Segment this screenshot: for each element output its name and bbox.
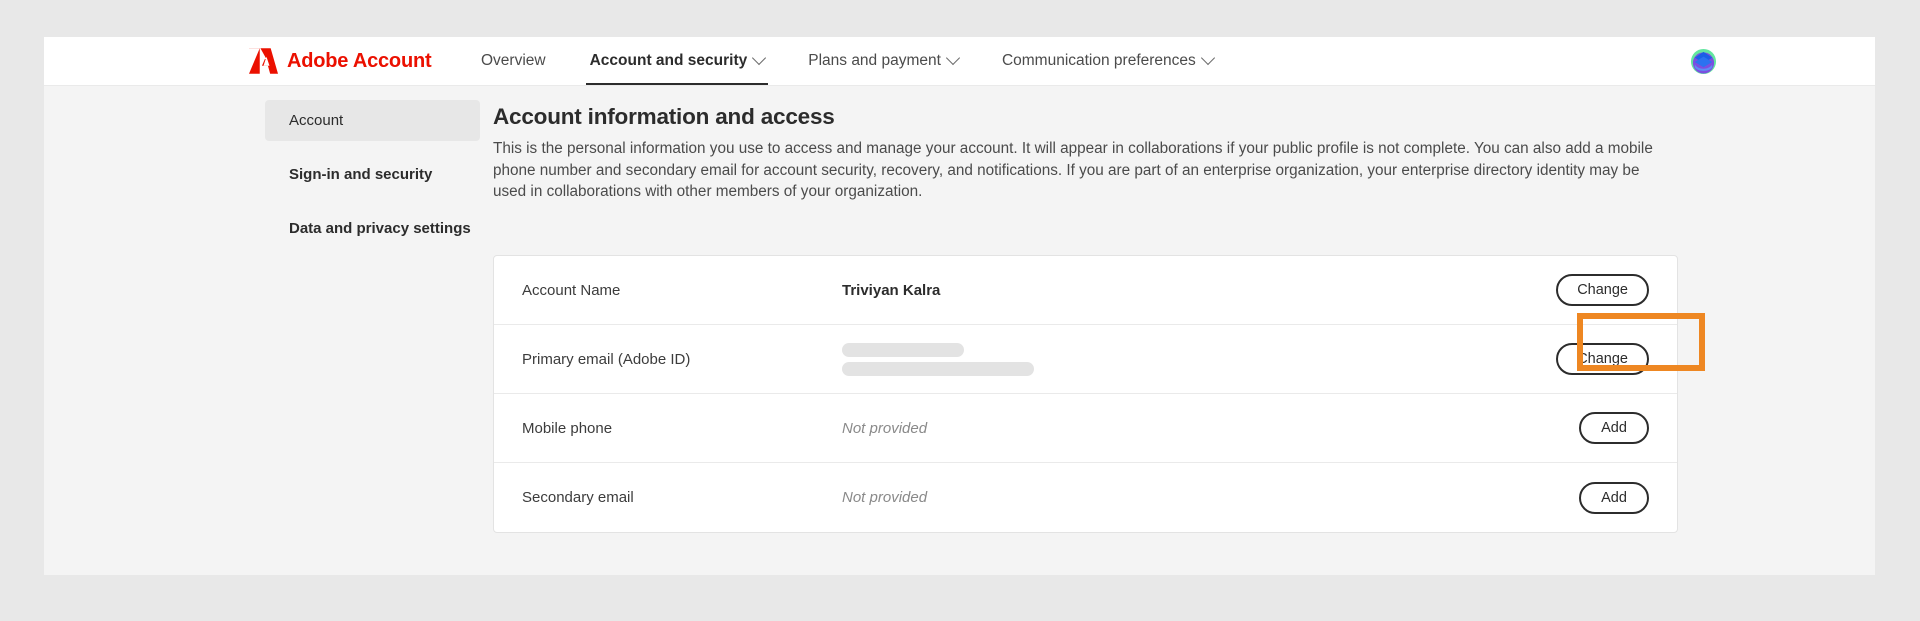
nav-item-label: Communication preferences [1001,52,1196,69]
add-secondary-email-button[interactable]: Add [1579,481,1649,514]
sidebar: Account Sign-in and security Data and pr… [265,100,480,262]
page-title: Account information and access [493,104,835,129]
sidebar-item-label: Data and privacy settings [289,220,471,237]
adobe-logo-icon [249,48,278,74]
row-label: Primary email (Adobe ID) [522,350,691,368]
mobile-phone-value: Not provided [842,419,928,437]
row-value: Not provided [842,420,1554,437]
page-body: Account Sign-in and security Data and pr… [44,86,1875,575]
table-row: Primary email (Adobe ID) Change [494,325,1677,394]
nav-item-account-and-security[interactable]: Account and security [568,37,787,85]
sidebar-item-label: Sign-in and security [289,166,433,183]
page-description: This is the personal information you use… [493,140,1653,200]
chevron-down-icon [1200,50,1215,66]
row-label: Account Name [522,281,621,299]
chevron-down-icon [752,50,767,66]
main-content-header: Account information and access This is t… [493,104,1678,203]
table-row: Mobile phone Not provided Add [494,394,1677,463]
row-action: Change [1554,343,1649,375]
row-action: Add [1554,412,1649,444]
brand-name: Adobe Account [287,49,432,72]
row-action: Add [1554,481,1649,514]
primary-nav: Overview Account and security Plans and … [459,37,1235,85]
page-viewport: Adobe Account Overview Account and secur… [44,37,1875,575]
row-value: Not provided [842,489,1554,506]
nav-item-label: Overview [481,52,546,69]
nav-item-communication-preferences[interactable]: Communication preferences [980,37,1235,85]
nav-item-overview[interactable]: Overview [459,37,568,85]
sidebar-item-label: Account [289,112,344,129]
table-row: Account Name Triviyan Kalra Change [494,256,1677,325]
table-row: Secondary email Not provided Add [494,463,1677,532]
sidebar-item-sign-in-and-security[interactable]: Sign-in and security [265,154,480,195]
redacted-email-bar [842,342,964,357]
change-primary-email-button[interactable]: Change [1556,343,1649,375]
row-label: Mobile phone [522,419,613,437]
nav-item-label: Account and security [589,52,748,69]
row-action: Change [1554,274,1649,306]
change-account-name-button[interactable]: Change [1556,274,1649,306]
account-name-value: Triviyan Kalra [842,281,941,299]
user-avatar-icon [1690,48,1717,75]
nav-item-label: Plans and payment [808,52,941,69]
nav-item-plans-and-payment[interactable]: Plans and payment [786,37,980,85]
add-mobile-phone-button[interactable]: Add [1579,412,1649,444]
chevron-down-icon [945,50,961,66]
sidebar-item-data-and-privacy-settings[interactable]: Data and privacy settings [265,208,480,249]
redacted-email-bar [842,361,1034,376]
top-navigation-bar: Adobe Account Overview Account and secur… [44,37,1875,86]
sidebar-item-account[interactable]: Account [265,100,480,141]
account-information-table: Account Name Triviyan Kalra Change Prima… [493,255,1678,533]
row-value: Triviyan Kalra [842,282,1554,299]
avatar[interactable] [1690,48,1717,75]
secondary-email-value: Not provided [842,489,928,506]
row-label: Secondary email [522,489,634,506]
row-value [842,342,1554,376]
brand-logo-group[interactable]: Adobe Account [249,48,432,74]
